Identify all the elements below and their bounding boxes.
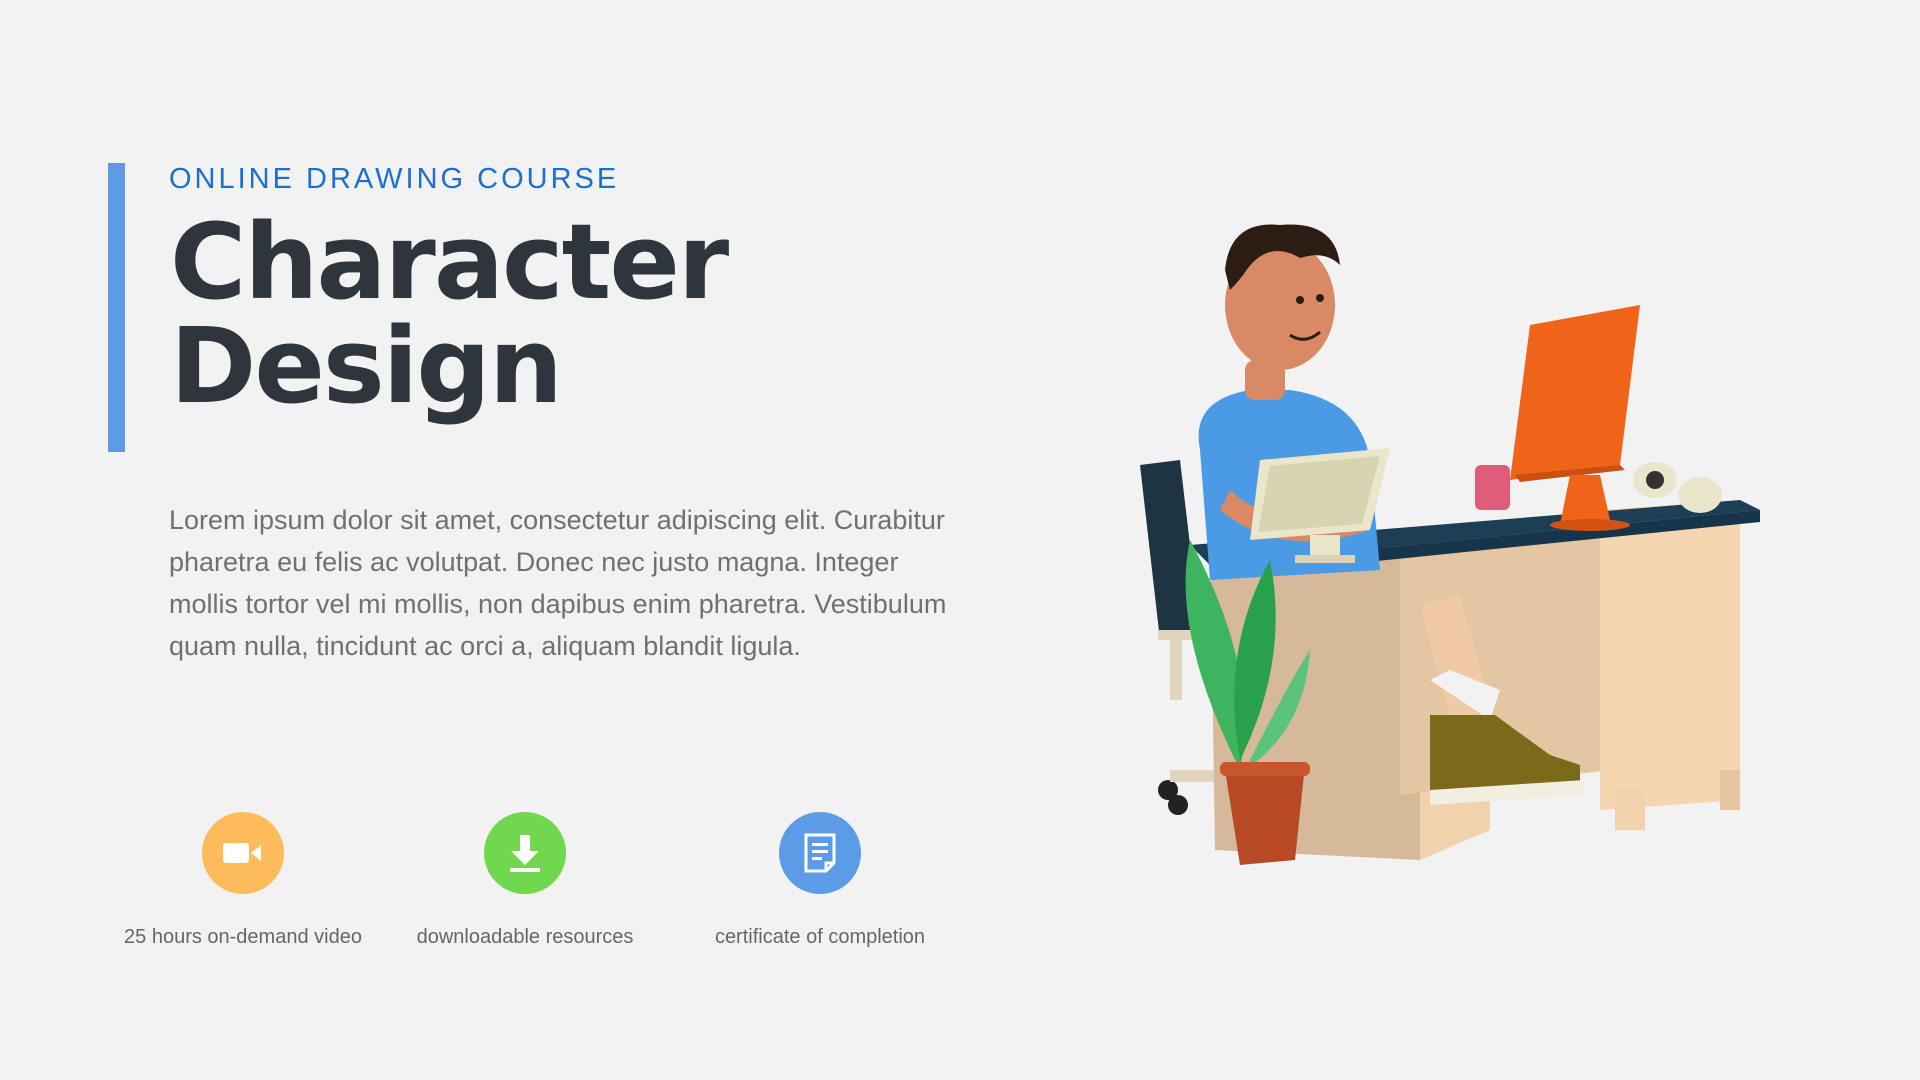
video-camera-icon	[202, 812, 284, 894]
course-page: ONLINE DRAWING COURSE Character Design L…	[0, 0, 1920, 1080]
mug	[1475, 465, 1510, 510]
feature-certificate: certificate of completion	[680, 812, 960, 949]
computer-monitor	[1510, 305, 1640, 531]
feature-video: 25 hours on-demand video	[103, 812, 383, 949]
title-line-1: Character	[170, 201, 729, 323]
course-eyebrow: ONLINE DRAWING COURSE	[169, 163, 620, 195]
character-at-desk-illustration	[1140, 224, 1760, 865]
title-line-2: Design	[170, 305, 563, 427]
download-icon	[484, 812, 566, 894]
feature-downloads: downloadable resources	[385, 812, 665, 949]
feature-downloads-label: downloadable resources	[416, 926, 634, 948]
course-description: Lorem ipsum dolor sit amet, consectetur …	[169, 505, 947, 661]
accent-bar	[108, 163, 125, 452]
page-title: Character Design	[170, 201, 729, 427]
feature-video-label: 25 hours on-demand video	[124, 926, 362, 948]
feature-certificate-label: certificate of completion	[714, 926, 926, 948]
document-icon	[779, 812, 861, 894]
